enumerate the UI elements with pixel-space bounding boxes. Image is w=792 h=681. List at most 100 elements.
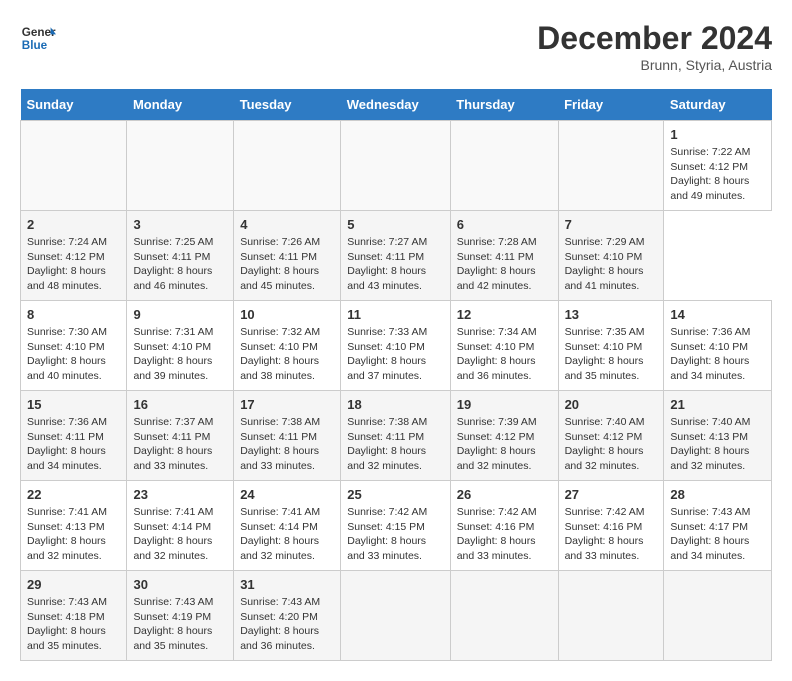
day-info: Sunrise: 7:28 AMSunset: 4:11 PMDaylight:… (457, 236, 537, 292)
day-info: Sunrise: 7:43 AMSunset: 4:19 PMDaylight:… (133, 596, 213, 652)
day-number: 4 (240, 217, 334, 232)
day-number: 30 (133, 577, 227, 592)
day-number: 14 (670, 307, 765, 322)
day-info: Sunrise: 7:43 AMSunset: 4:18 PMDaylight:… (27, 596, 107, 652)
table-row: 14 Sunrise: 7:36 AMSunset: 4:10 PMDaylig… (664, 301, 772, 391)
title-area: December 2024 Brunn, Styria, Austria (537, 20, 772, 73)
page-header: General Blue December 2024 Brunn, Styria… (20, 20, 772, 73)
calendar-week-row: 2 Sunrise: 7:24 AMSunset: 4:12 PMDayligh… (21, 211, 772, 301)
day-info: Sunrise: 7:38 AMSunset: 4:11 PMDaylight:… (347, 416, 427, 472)
table-row: 18 Sunrise: 7:38 AMSunset: 4:11 PMDaylig… (341, 391, 450, 481)
calendar-table: Sunday Monday Tuesday Wednesday Thursday… (20, 89, 772, 661)
header-sunday: Sunday (21, 89, 127, 121)
header-monday: Monday (127, 89, 234, 121)
day-info: Sunrise: 7:35 AMSunset: 4:10 PMDaylight:… (565, 326, 645, 382)
day-number: 19 (457, 397, 552, 412)
day-number: 15 (27, 397, 120, 412)
empty-day (341, 121, 450, 211)
day-info: Sunrise: 7:30 AMSunset: 4:10 PMDaylight:… (27, 326, 107, 382)
day-info: Sunrise: 7:34 AMSunset: 4:10 PMDaylight:… (457, 326, 537, 382)
day-number: 21 (670, 397, 765, 412)
table-row: 23 Sunrise: 7:41 AMSunset: 4:14 PMDaylig… (127, 481, 234, 571)
empty-day (450, 571, 558, 661)
day-info: Sunrise: 7:42 AMSunset: 4:16 PMDaylight:… (565, 506, 645, 562)
table-row: 13 Sunrise: 7:35 AMSunset: 4:10 PMDaylig… (558, 301, 664, 391)
day-info: Sunrise: 7:27 AMSunset: 4:11 PMDaylight:… (347, 236, 427, 292)
day-number: 20 (565, 397, 658, 412)
header-wednesday: Wednesday (341, 89, 450, 121)
day-info: Sunrise: 7:36 AMSunset: 4:11 PMDaylight:… (27, 416, 107, 472)
day-info: Sunrise: 7:22 AMSunset: 4:12 PMDaylight:… (670, 146, 750, 202)
day-info: Sunrise: 7:41 AMSunset: 4:14 PMDaylight:… (133, 506, 213, 562)
day-number: 29 (27, 577, 120, 592)
empty-day (234, 121, 341, 211)
day-number: 10 (240, 307, 334, 322)
table-row: 27 Sunrise: 7:42 AMSunset: 4:16 PMDaylig… (558, 481, 664, 571)
table-row: 20 Sunrise: 7:40 AMSunset: 4:12 PMDaylig… (558, 391, 664, 481)
day-number: 12 (457, 307, 552, 322)
day-info: Sunrise: 7:26 AMSunset: 4:11 PMDaylight:… (240, 236, 320, 292)
day-number: 3 (133, 217, 227, 232)
day-number: 22 (27, 487, 120, 502)
empty-day (127, 121, 234, 211)
table-row: 26 Sunrise: 7:42 AMSunset: 4:16 PMDaylig… (450, 481, 558, 571)
table-row: 3 Sunrise: 7:25 AMSunset: 4:11 PMDayligh… (127, 211, 234, 301)
month-title: December 2024 (537, 20, 772, 57)
table-row: 24 Sunrise: 7:41 AMSunset: 4:14 PMDaylig… (234, 481, 341, 571)
calendar-week-row: 15 Sunrise: 7:36 AMSunset: 4:11 PMDaylig… (21, 391, 772, 481)
day-number: 9 (133, 307, 227, 322)
table-row: 12 Sunrise: 7:34 AMSunset: 4:10 PMDaylig… (450, 301, 558, 391)
day-number: 17 (240, 397, 334, 412)
day-info: Sunrise: 7:42 AMSunset: 4:16 PMDaylight:… (457, 506, 537, 562)
day-number: 27 (565, 487, 658, 502)
table-row: 15 Sunrise: 7:36 AMSunset: 4:11 PMDaylig… (21, 391, 127, 481)
table-row: 30 Sunrise: 7:43 AMSunset: 4:19 PMDaylig… (127, 571, 234, 661)
day-number: 13 (565, 307, 658, 322)
empty-day (664, 571, 772, 661)
table-row: 9 Sunrise: 7:31 AMSunset: 4:10 PMDayligh… (127, 301, 234, 391)
day-number: 6 (457, 217, 552, 232)
header-thursday: Thursday (450, 89, 558, 121)
empty-day (450, 121, 558, 211)
day-number: 8 (27, 307, 120, 322)
table-row: 2 Sunrise: 7:24 AMSunset: 4:12 PMDayligh… (21, 211, 127, 301)
day-number: 28 (670, 487, 765, 502)
day-info: Sunrise: 7:40 AMSunset: 4:12 PMDaylight:… (565, 416, 645, 472)
svg-text:Blue: Blue (22, 39, 48, 52)
day-info: Sunrise: 7:25 AMSunset: 4:11 PMDaylight:… (133, 236, 213, 292)
calendar-week-row: 1 Sunrise: 7:22 AMSunset: 4:12 PMDayligh… (21, 121, 772, 211)
empty-day (558, 571, 664, 661)
day-number: 16 (133, 397, 227, 412)
day-info: Sunrise: 7:24 AMSunset: 4:12 PMDaylight:… (27, 236, 107, 292)
table-row: 8 Sunrise: 7:30 AMSunset: 4:10 PMDayligh… (21, 301, 127, 391)
day-number: 18 (347, 397, 443, 412)
empty-day (558, 121, 664, 211)
day-number: 11 (347, 307, 443, 322)
table-row: 10 Sunrise: 7:32 AMSunset: 4:10 PMDaylig… (234, 301, 341, 391)
table-row: 31 Sunrise: 7:43 AMSunset: 4:20 PMDaylig… (234, 571, 341, 661)
day-number: 1 (670, 127, 765, 142)
calendar-week-row: 29 Sunrise: 7:43 AMSunset: 4:18 PMDaylig… (21, 571, 772, 661)
day-number: 26 (457, 487, 552, 502)
day-info: Sunrise: 7:37 AMSunset: 4:11 PMDaylight:… (133, 416, 213, 472)
table-row: 1 Sunrise: 7:22 AMSunset: 4:12 PMDayligh… (664, 121, 772, 211)
table-row: 5 Sunrise: 7:27 AMSunset: 4:11 PMDayligh… (341, 211, 450, 301)
day-info: Sunrise: 7:42 AMSunset: 4:15 PMDaylight:… (347, 506, 427, 562)
calendar-week-row: 22 Sunrise: 7:41 AMSunset: 4:13 PMDaylig… (21, 481, 772, 571)
day-info: Sunrise: 7:40 AMSunset: 4:13 PMDaylight:… (670, 416, 750, 472)
calendar-week-row: 8 Sunrise: 7:30 AMSunset: 4:10 PMDayligh… (21, 301, 772, 391)
table-row: 7 Sunrise: 7:29 AMSunset: 4:10 PMDayligh… (558, 211, 664, 301)
table-row: 22 Sunrise: 7:41 AMSunset: 4:13 PMDaylig… (21, 481, 127, 571)
day-number: 5 (347, 217, 443, 232)
day-info: Sunrise: 7:33 AMSunset: 4:10 PMDaylight:… (347, 326, 427, 382)
day-number: 23 (133, 487, 227, 502)
table-row: 17 Sunrise: 7:38 AMSunset: 4:11 PMDaylig… (234, 391, 341, 481)
calendar-header-row: Sunday Monday Tuesday Wednesday Thursday… (21, 89, 772, 121)
header-tuesday: Tuesday (234, 89, 341, 121)
day-number: 25 (347, 487, 443, 502)
table-row: 11 Sunrise: 7:33 AMSunset: 4:10 PMDaylig… (341, 301, 450, 391)
header-saturday: Saturday (664, 89, 772, 121)
day-info: Sunrise: 7:43 AMSunset: 4:17 PMDaylight:… (670, 506, 750, 562)
table-row: 6 Sunrise: 7:28 AMSunset: 4:11 PMDayligh… (450, 211, 558, 301)
empty-day (341, 571, 450, 661)
